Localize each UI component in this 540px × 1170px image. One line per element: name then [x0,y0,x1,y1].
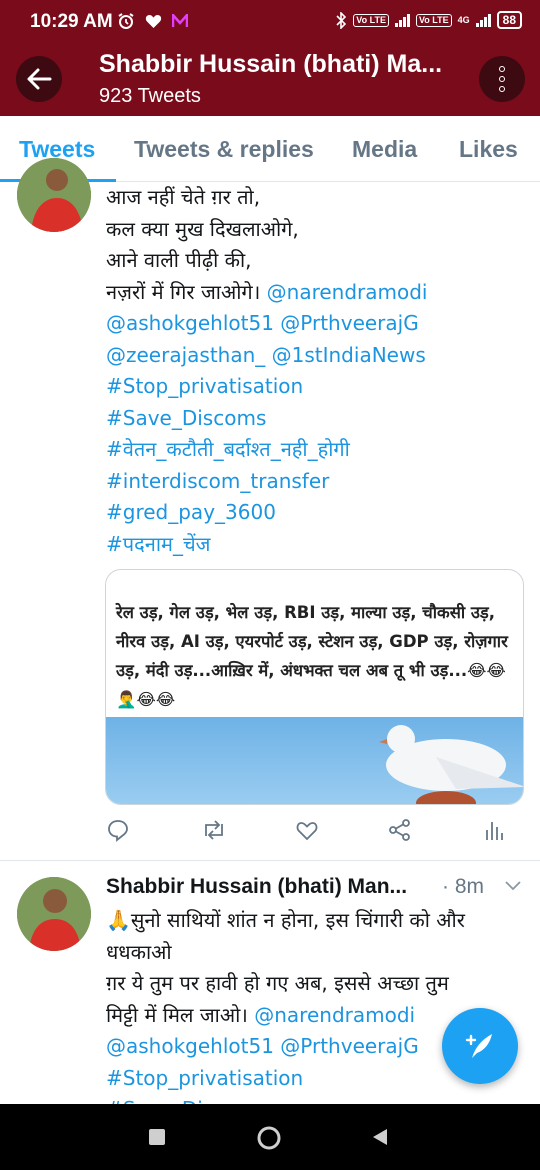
recent-apps-icon[interactable] [148,1128,166,1146]
tweet-author-name[interactable]: Shabbir Hussain (bhati) Man... [106,875,407,899]
tab-media[interactable]: Media [352,136,417,163]
retweet-icon[interactable] [201,818,227,842]
compose-tweet-button[interactable] [442,1008,518,1084]
hashtag-link[interactable]: #पदनाम_चेंज [106,532,211,556]
app-m-icon [172,14,188,27]
tweet-line: @zeerajasthan_ @1stIndiaNews [106,340,526,372]
mention-link[interactable]: @ashokgehlot51 @PrthveerajG [106,311,419,335]
hashtag-link[interactable]: #interdiscom_transfer [106,469,329,493]
tweet-count: 923 Tweets [99,85,201,107]
hashtag-link[interactable]: #वेतन_कटौती_बर्दाश्त_नही_होगी [106,437,350,461]
signal-bars-2-icon [475,13,491,27]
tweet-line: कल क्या मुख दिखलाओगे, [106,214,526,246]
tweet-line: #Save_Discoms [106,403,526,435]
tweet-line: @ashokgehlot51 @PrthveerajG [106,308,526,340]
profile-header: Shabbir Hussain (bhati) Ma... 923 Tweets [0,42,540,116]
media-image [106,717,523,804]
tweet-line: 🙏सुनो साथियों शांत न होना, इस चिंगारी को… [106,905,526,937]
status-bar: 10:29 AM Vo LTE Vo LTE 4G 88 [0,0,540,42]
like-icon[interactable] [295,818,319,842]
tweet-text: ग़र ये तुम पर हावी हो गए अब, इससे अच्छा … [106,971,449,995]
tweet-line: आज नहीं चेते ग़र तो, [106,182,526,214]
network-type: 4G [457,15,470,25]
hashtag-link[interactable]: #Stop_privatisation [106,1066,303,1090]
avatar[interactable] [17,877,91,951]
tweet-text: मिट्टी में मिल जाओ। [106,1002,255,1027]
dove-image [379,725,523,804]
tweet-media[interactable]: रेल उड़, गेल उड़, भेल उड़, RBI उड़, माल्… [105,569,524,805]
tweet-text: धधकाओ [106,939,172,964]
reply-icon[interactable] [106,818,130,842]
tweet-text: कल क्या मुख दिखलाओगे, [106,216,299,241]
hashtag-link[interactable]: #Stop_privatisation [106,374,303,398]
mention-link[interactable]: @zeerajasthan_ @1stIndiaNews [106,343,426,367]
tweet-line: #gred_pay_3600 [106,497,526,529]
volte-badge-2: Vo LTE [415,13,452,27]
chevron-down-icon[interactable] [505,881,521,891]
mention-link[interactable]: @narendramodi [254,1003,415,1027]
tweet-timestamp: · 8m [442,875,484,898]
battery-level: 88 [496,11,522,29]
share-icon[interactable] [388,818,412,842]
alarm-icon [118,13,134,29]
tweet-line: नज़रों में गिर जाओगे। @narendramodi [106,277,526,309]
tweet-divider [0,860,540,861]
notification-icons [117,12,188,30]
avatar-photo [17,877,91,951]
mention-link[interactable]: @narendramodi [267,280,428,304]
tweet-line: धधकाओ [106,937,526,969]
system-navigation-bar [0,1104,540,1170]
analytics-icon[interactable] [484,818,504,842]
tweet-text: आज नहीं चेते ग़र तो, [106,185,261,209]
more-dot-icon [499,66,505,72]
tweet-line: #पदनाम_चेंज [106,529,526,561]
system-indicators: Vo LTE Vo LTE 4G 88 [336,11,522,29]
hashtag-link[interactable]: #gred_pay_3600 [106,500,276,524]
tweet-actions [106,818,506,848]
arrow-left-icon [27,68,52,90]
tweet-line: आने वाली पीढ़ी की, [106,245,526,277]
tweet-text: 🙏सुनो साथियों शांत न होना, इस चिंगारी को… [106,908,465,932]
profile-name: Shabbir Hussain (bhati) Ma... [99,50,443,78]
bluetooth-icon [336,11,347,29]
tweet-body: आज नहीं चेते ग़र तो, कल क्या मुख दिखलाओग… [106,182,526,560]
tweet-text: आने वाली पीढ़ी की, [106,248,252,272]
media-caption: रेल उड़, गेल उड़, भेल उड़, RBI उड़, माल्… [116,603,508,709]
tab-tweets-replies[interactable]: Tweets & replies [134,136,314,163]
tweet-line: ग़र ये तुम पर हावी हो गए अब, इससे अच्छा … [106,968,526,1000]
avatar-photo [17,158,91,232]
more-options-button[interactable] [479,56,525,102]
hashtag-link[interactable]: #Save_Discoms [106,406,266,430]
back-nav-icon[interactable] [371,1128,389,1146]
more-dot-icon [499,86,505,92]
tweet-text: नज़रों में गिर जाओगे। [106,279,267,304]
volte-badge-1: Vo LTE [353,13,389,27]
home-icon[interactable] [256,1125,282,1151]
tweet-line: #वेतन_कटौती_बर्दाश्त_नही_होगी [106,434,526,466]
tweet-line: #Stop_privatisation [106,371,526,403]
clock: 10:29 AM [30,11,113,32]
compose-feather-icon [465,1034,492,1058]
heart-icon [145,15,162,28]
more-dot-icon [499,76,505,82]
mention-link[interactable]: @ashokgehlot51 @PrthveerajG [106,1034,419,1058]
tweet-line: #interdiscom_transfer [106,466,526,498]
back-button[interactable] [16,56,62,102]
tab-likes[interactable]: Likes [459,136,518,163]
avatar[interactable] [17,158,91,232]
signal-bars-1-icon [394,13,410,27]
